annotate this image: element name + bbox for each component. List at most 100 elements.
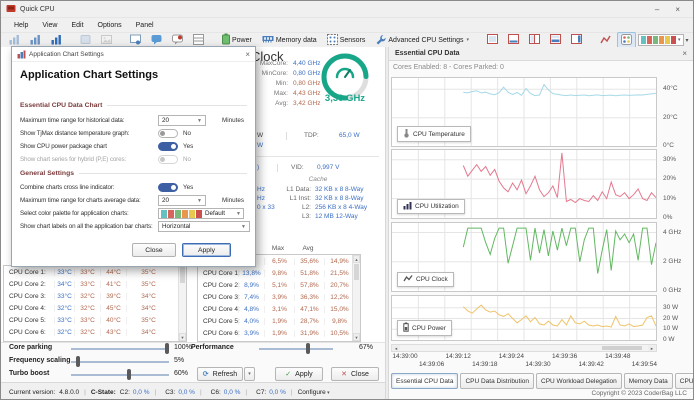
- cache-row-value: 256 KB x 8 4-Way: [315, 204, 368, 211]
- tab-cpu-data-distribution[interactable]: CPU Data Distribution: [460, 373, 535, 389]
- cell-value: 8,9%: [238, 281, 264, 289]
- layout-sidebar-icon[interactable]: [567, 32, 586, 48]
- menu-options[interactable]: Options: [91, 22, 129, 29]
- cell-value: 43°C: [100, 328, 126, 336]
- core-parking-slider[interactable]: [71, 343, 169, 354]
- titlebar: Quick CPU – ×: [1, 1, 693, 17]
- legend-cpu-power[interactable]: CPU Power: [397, 320, 452, 336]
- menu-view[interactable]: View: [35, 22, 64, 29]
- close-button-main[interactable]: ✕ Close: [331, 367, 379, 381]
- setting-dropdown[interactable]: 20 ▼: [158, 115, 206, 126]
- clock-stat-value: 4,40 GHz: [293, 60, 321, 67]
- table-row[interactable]: CPU Core 6: 3,9% 1,9% 31,9% 10,5%: [198, 327, 352, 339]
- turbo-boost-slider[interactable]: [71, 369, 169, 380]
- chart-horizontal-scrollbar[interactable]: ◄ ►: [391, 344, 657, 352]
- partial-text-fragment: W: [257, 132, 264, 139]
- palette-selector[interactable]: ▾: [638, 34, 684, 46]
- layout-rows-icon[interactable]: [546, 32, 565, 48]
- tab-memory-data[interactable]: Memory Data: [623, 373, 673, 389]
- memory-data-button[interactable]: Memory data: [258, 32, 321, 48]
- menu-edit[interactable]: Edit: [64, 22, 90, 29]
- bar-chart-icon: [403, 201, 412, 212]
- tab-essential-cpu-data[interactable]: Essential CPU Data: [391, 373, 459, 389]
- table-row[interactable]: CPU Core 5: 4,0% 1,9% 28,7% 9,8%: [198, 315, 352, 327]
- performance-slider[interactable]: [259, 343, 333, 354]
- scroll-down-icon[interactable]: ▼: [353, 333, 360, 341]
- panel-close-icon[interactable]: ×: [682, 49, 687, 58]
- chart-line-icon[interactable]: [596, 32, 615, 49]
- close-button[interactable]: ×: [675, 5, 680, 14]
- vertical-scrollbar[interactable]: ▲ ▼: [352, 255, 360, 341]
- chart-cpu-clock[interactable]: CPU Clock: [391, 222, 657, 292]
- table-row[interactable]: CPU Core 4: 4,8% 3,1% 47,1% 15,0%: [198, 303, 352, 315]
- toggle-switch[interactable]: [158, 129, 178, 138]
- slider-thumb[interactable]: [76, 356, 80, 367]
- apply-label: Apply: [295, 370, 313, 378]
- legend-cpu-utilization[interactable]: CPU Utilization: [397, 199, 465, 214]
- advanced-cpu-settings-button[interactable]: Advanced CPU Settings ▾: [371, 32, 473, 49]
- menu-help[interactable]: Help: [7, 22, 35, 29]
- slider-thumb[interactable]: [165, 343, 169, 354]
- legend-cpu-temperature[interactable]: CPU Temperature: [397, 126, 471, 142]
- vid-label: VID:: [291, 164, 304, 171]
- tab-cpu-workload-delegation[interactable]: CPU Workload Delegation: [536, 373, 622, 389]
- apply-button[interactable]: ✓ Apply: [275, 367, 323, 381]
- frequency-scaling-slider[interactable]: [71, 356, 169, 367]
- toggle-switch[interactable]: [158, 183, 178, 192]
- slider-thumb[interactable]: [127, 369, 131, 380]
- scrollbar-thumb[interactable]: [180, 267, 185, 283]
- slider-thumb[interactable]: [306, 343, 310, 354]
- tab-cpu-core-parking[interactable]: CPU Core Parking: [674, 373, 693, 389]
- cell-value: 44°C: [100, 268, 126, 276]
- legend-cpu-clock[interactable]: CPU Clock: [397, 272, 454, 287]
- scrollbar-thumb[interactable]: [354, 264, 359, 280]
- setting-dropdown[interactable]: Horizontal ▼: [158, 221, 250, 232]
- layout-columns-icon[interactable]: [525, 32, 544, 48]
- time-label: 14:39:00: [392, 353, 418, 360]
- x-icon: ✕: [341, 371, 347, 378]
- setting-dropdown[interactable]: 20 ▼: [158, 195, 206, 206]
- configure-dropdown[interactable]: Configure ▾: [298, 389, 330, 396]
- palette-icon[interactable]: [617, 31, 637, 49]
- table-row[interactable]: CPU Core 6: 32°C 32°C 43°C 34°C: [4, 326, 178, 338]
- y-axis-label: 4 GHz: [663, 228, 682, 236]
- table-row[interactable]: CPU Core 5: 33°C 33°C 40°C 35°C: [4, 314, 178, 326]
- layout-bottom-icon[interactable]: [504, 32, 523, 48]
- chart-cpu-power[interactable]: CPU Power: [391, 295, 657, 341]
- time-label: 14:39:30: [525, 361, 551, 368]
- palette-dropdown[interactable]: Default ▼: [158, 208, 244, 219]
- table-row[interactable]: CPU Core 2: 34°C 33°C 41°C 35°C: [4, 278, 178, 290]
- cpu-temperature-table: CPU Core 1: 33°C 33°C 44°C 35°C CPU Core 2: 34…: [3, 265, 187, 342]
- turbo-boost-label: Turbo boost: [9, 370, 50, 377]
- table-row[interactable]: CPU Core 1: 13,8% 9,8% 51,8% 21,5%: [198, 267, 352, 279]
- dialog-close-icon[interactable]: ×: [245, 50, 250, 59]
- refresh-button[interactable]: ⟳ Refresh: [197, 367, 243, 381]
- setting-label: Combine charts cross line indicator:: [20, 184, 115, 191]
- toggle-knob: [160, 157, 165, 162]
- scroll-down-icon[interactable]: ▼: [179, 333, 186, 341]
- table-row[interactable]: CPU Core 2: 8,9% 5,1% 57,8% 20,7%: [198, 279, 352, 291]
- toggle-switch[interactable]: [158, 142, 178, 151]
- setting-label: Show chart series for hybrid (P,E) cores…: [20, 156, 127, 163]
- scroll-up-icon[interactable]: ▲: [353, 255, 360, 263]
- table-row[interactable]: CPU Core 1: 33°C 33°C 44°C 35°C: [4, 266, 178, 278]
- sensors-button[interactable]: Sensors: [323, 32, 370, 49]
- cell-value: 32°C: [54, 328, 74, 336]
- table-row[interactable]: CPU Core 4: 32°C 32°C 45°C 34°C: [4, 302, 178, 314]
- toolbar-overflow-chevron[interactable]: ▾: [686, 37, 691, 44]
- toggle-switch[interactable]: [158, 155, 178, 164]
- chart-cpu-utilization[interactable]: CPU Utilization: [391, 149, 657, 219]
- table-row[interactable]: CPU Core 3: 7,4% 3,9% 36,3% 12,2%: [198, 291, 352, 303]
- table-row[interactable]: CPU Core 3: 33°C 32°C 39°C 34°C: [4, 290, 178, 302]
- layout-single-icon[interactable]: [483, 32, 502, 48]
- menu-panel[interactable]: Panel: [129, 22, 161, 29]
- dialog-close-button[interactable]: Close: [132, 243, 176, 257]
- minimize-button[interactable]: –: [655, 5, 659, 14]
- dialog-apply-button[interactable]: Apply: [182, 243, 231, 257]
- refresh-dropdown[interactable]: ▾: [244, 367, 255, 381]
- line-chart-red-icon: [600, 34, 611, 47]
- dropdown-value: 20: [162, 117, 170, 124]
- chart-cpu-temperature[interactable]: CPU Temperature: [391, 77, 657, 147]
- vertical-scrollbar[interactable]: ▼: [178, 266, 186, 341]
- chevron-down-icon: ▼: [241, 223, 246, 230]
